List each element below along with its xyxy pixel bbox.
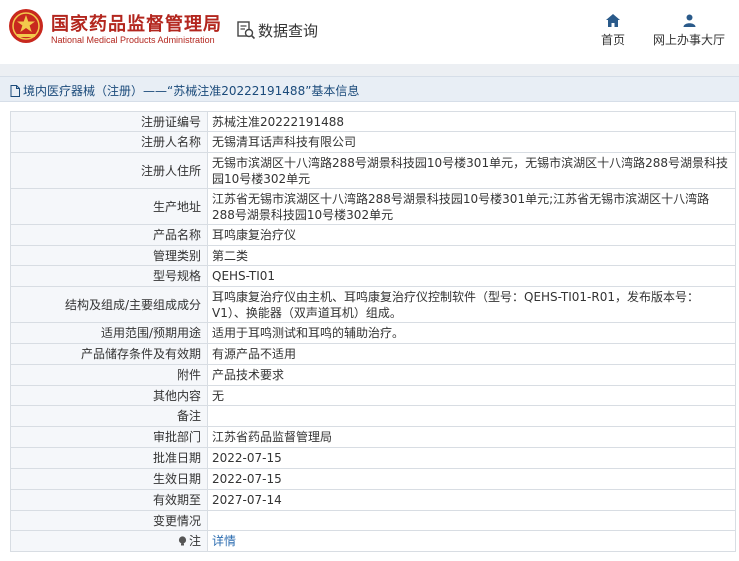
search-document-icon xyxy=(237,21,256,40)
page-label: 数据查询 xyxy=(258,21,319,40)
field-label: 产品名称 xyxy=(10,224,208,246)
field-label: 有效期至 xyxy=(10,489,208,511)
table-row: 注册证编号 苏械注准20222191488 xyxy=(10,111,736,132)
field-value: QEHS-TI01 xyxy=(207,265,736,287)
field-label: 注册人住所 xyxy=(10,152,208,189)
field-value xyxy=(207,510,736,531)
details-link[interactable]: 详情 xyxy=(212,534,236,548)
field-value: 2022-07-15 xyxy=(207,447,736,469)
breadcrumb-text: 境内医疗器械（注册）——“苏械注准20222191488”基本信息 xyxy=(23,84,360,98)
field-label: 变更情况 xyxy=(10,510,208,531)
field-label: 结构及组成/主要组成成分 xyxy=(10,286,208,323)
table-row: 变更情况 xyxy=(10,510,736,531)
field-label: 产品储存条件及有效期 xyxy=(10,343,208,365)
field-value: 无锡市滨湖区十八湾路288号湖景科技园10号楼301单元，无锡市滨湖区十八湾路2… xyxy=(207,152,736,189)
note-label-cell: 注 xyxy=(10,530,208,552)
note-label: 注 xyxy=(188,534,201,548)
field-label: 管理类别 xyxy=(10,245,208,266)
note-value-cell: 详情 xyxy=(207,530,736,552)
nav-service-hall-button[interactable]: 网上办事大厅 xyxy=(650,14,728,48)
table-row: 产品名称 耳鸣康复治疗仪 xyxy=(10,224,736,246)
field-label: 审批部门 xyxy=(10,426,208,448)
field-label: 附件 xyxy=(10,364,208,386)
table-row: 备注 xyxy=(10,405,736,427)
field-value: 有源产品不适用 xyxy=(207,343,736,365)
nav-home-label: 首页 xyxy=(600,33,625,47)
field-value: 无 xyxy=(207,385,736,406)
field-value: 江苏省无锡市滨湖区十八湾路288号湖景科技园10号楼301单元;江苏省无锡市滨湖… xyxy=(207,188,736,225)
table-row: 附件 产品技术要求 xyxy=(10,364,736,386)
data-query-label: 数据查询 xyxy=(236,18,318,42)
table-row: 适用范围/预期用途 适用于耳鸣测试和耳鸣的辅助治疗。 xyxy=(10,322,736,344)
site-subtitle: National Medical Products Administration xyxy=(51,35,215,45)
field-value: 2027-07-14 xyxy=(207,489,736,511)
table-row: 审批部门 江苏省药品监督管理局 xyxy=(10,426,736,448)
breadcrumb-bar: 境内医疗器械（注册）——“苏械注准20222191488”基本信息 xyxy=(0,76,739,102)
field-value xyxy=(207,405,736,427)
table-row: 管理类别 第二类 xyxy=(10,245,736,266)
field-label: 注册人名称 xyxy=(10,131,208,153)
breadcrumb: 境内医疗器械（注册）——“苏械注准20222191488”基本信息 xyxy=(10,82,359,99)
header-divider xyxy=(0,64,739,76)
emblem-logo xyxy=(9,9,43,43)
field-label: 其他内容 xyxy=(10,385,208,406)
field-value: 第二类 xyxy=(207,245,736,266)
site-title: 国家药品监督管理局 xyxy=(51,14,222,35)
field-value: 江苏省药品监督管理局 xyxy=(207,426,736,448)
field-value: 耳鸣康复治疗仪由主机、耳鸣康复治疗仪控制软件（型号：QEHS-TI01-R01，… xyxy=(207,286,736,323)
table-row: 产品储存条件及有效期 有源产品不适用 xyxy=(10,343,736,365)
table-row: 生产地址 江苏省无锡市滨湖区十八湾路288号湖景科技园10号楼301单元;江苏省… xyxy=(10,188,736,225)
site-header: 国家药品监督管理局 National Medical Products Admi… xyxy=(0,0,739,64)
table-row: 批准日期 2022-07-15 xyxy=(10,447,736,469)
nav-service-hall-label: 网上办事大厅 xyxy=(652,33,725,47)
field-value: 耳鸣康复治疗仪 xyxy=(207,224,736,246)
field-label: 批准日期 xyxy=(10,447,208,469)
field-value: 产品技术要求 xyxy=(207,364,736,386)
field-value: 苏械注准20222191488 xyxy=(207,111,736,132)
table-row: 注册人住所 无锡市滨湖区十八湾路288号湖景科技园10号楼301单元，无锡市滨湖… xyxy=(10,152,736,189)
field-value: 无锡清耳话声科技有限公司 xyxy=(207,131,736,153)
home-icon xyxy=(606,14,620,27)
user-icon xyxy=(683,14,695,27)
table-row: 生效日期 2022-07-15 xyxy=(10,468,736,490)
field-label: 生产地址 xyxy=(10,188,208,225)
field-label: 适用范围/预期用途 xyxy=(10,322,208,344)
table-row: 型号规格 QEHS-TI01 xyxy=(10,265,736,287)
table-row: 有效期至 2027-07-14 xyxy=(10,489,736,511)
field-label: 注册证编号 xyxy=(10,111,208,132)
table-row: 注册人名称 无锡清耳话声科技有限公司 xyxy=(10,131,736,153)
field-label: 备注 xyxy=(10,405,208,427)
bulb-icon xyxy=(178,536,187,546)
nav-home-button[interactable]: 首页 xyxy=(598,14,628,48)
field-label: 生效日期 xyxy=(10,468,208,490)
document-icon xyxy=(10,84,20,97)
table-row: 结构及组成/主要组成成分 耳鸣康复治疗仪由主机、耳鸣康复治疗仪控制软件（型号：Q… xyxy=(10,286,736,323)
note-row: 注 详情 xyxy=(10,530,736,552)
field-label: 型号规格 xyxy=(10,265,208,287)
table-row: 其他内容 无 xyxy=(10,385,736,406)
field-value: 适用于耳鸣测试和耳鸣的辅助治疗。 xyxy=(207,322,736,344)
registration-info-table: 注册证编号 苏械注准20222191488 注册人名称 无锡清耳话声科技有限公司… xyxy=(10,111,736,552)
field-value: 2022-07-15 xyxy=(207,468,736,490)
